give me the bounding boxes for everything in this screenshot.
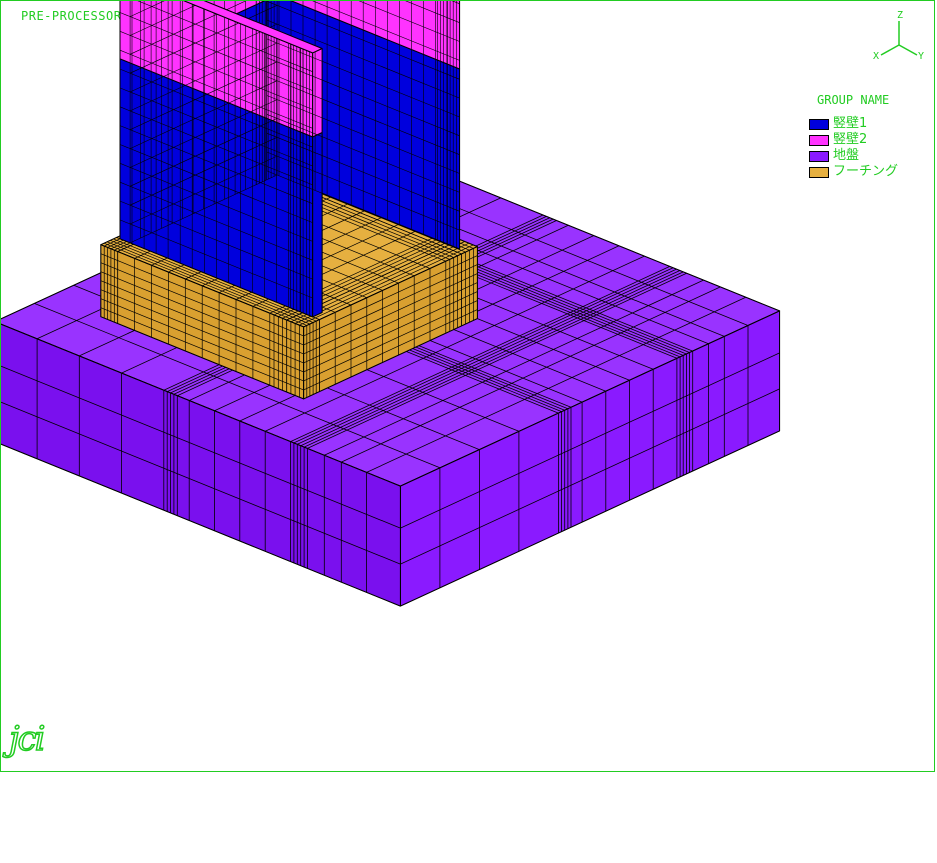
wall-left-end-lower	[312, 132, 323, 318]
legend-label-footing: フーチング	[833, 164, 899, 179]
legend-swatch-wall1	[809, 118, 829, 130]
legend-item-footing: フーチング	[809, 164, 929, 180]
group-legend: GROUP NAME 竪壁1 竪壁2 地盤 フーチング	[809, 93, 929, 180]
jci-logo: jci	[8, 718, 46, 760]
axis-triad: Z X Y	[873, 10, 924, 62]
graphics-viewport[interactable]: PRE-PROCESSOR FOR JCMAC3 Z X Y GROUP NAM…	[0, 0, 935, 772]
legend-item-wall2: 竪壁2	[809, 132, 929, 148]
z-axis-label: Z	[897, 10, 903, 21]
legend-title: GROUP NAME	[817, 93, 890, 107]
y-axis-label: Y	[918, 51, 924, 62]
legend-label-ground: 地盤	[833, 148, 860, 163]
legend-swatch-footing	[809, 166, 829, 178]
x-axis-label: X	[873, 51, 879, 62]
legend-label-wall1: 竪壁1	[833, 116, 868, 131]
legend-swatch-wall2	[809, 134, 829, 146]
legend-item-ground: 地盤	[809, 148, 929, 164]
legend-item-wall1: 竪壁1	[809, 116, 929, 132]
legend-label-wall2: 竪壁2	[833, 132, 868, 147]
fem-mesh-scene[interactable]	[1, 1, 936, 773]
wall-left-end-upper	[312, 48, 323, 138]
legend-swatch-ground	[809, 150, 829, 162]
y-axis-line	[898, 44, 918, 56]
x-axis-line	[880, 44, 900, 56]
